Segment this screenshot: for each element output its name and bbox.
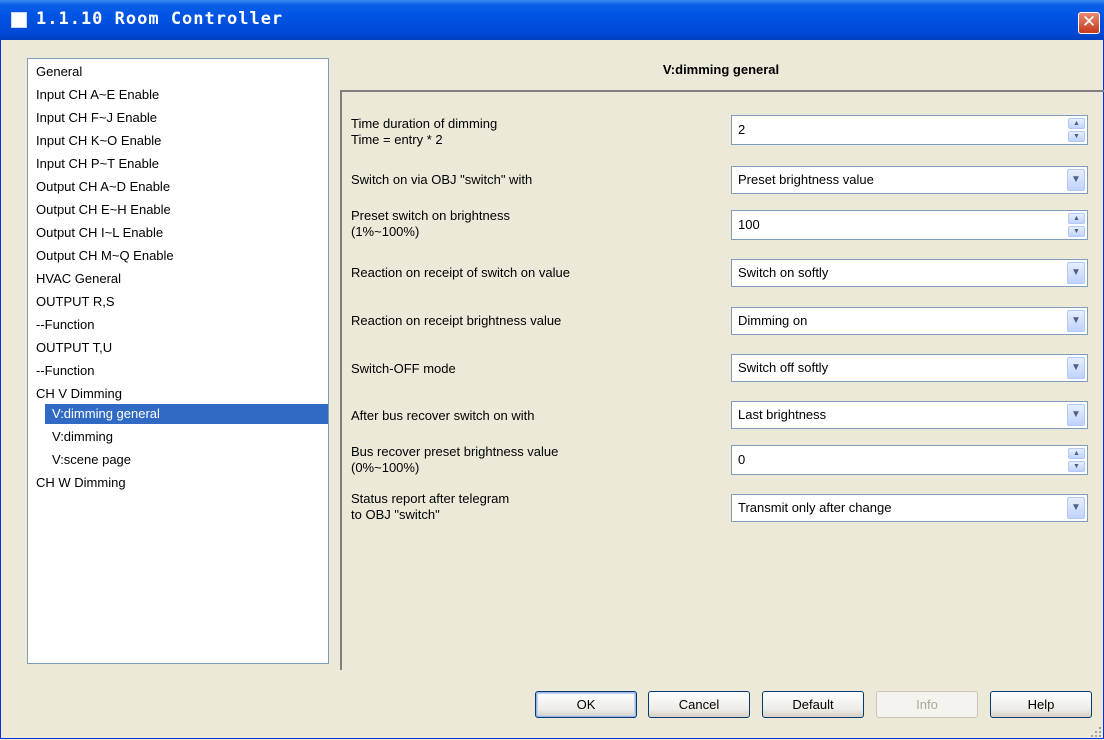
bus-recover-preset-spinbox[interactable]: 0 ▲ ▼ bbox=[731, 445, 1088, 475]
help-button[interactable]: Help bbox=[990, 691, 1092, 718]
chevron-down-icon[interactable]: ▼ bbox=[1067, 169, 1085, 191]
tree-item-v-dimming-general[interactable]: V:dimming general bbox=[45, 404, 328, 424]
preset-brightness-spinbox[interactable]: 100 ▲ ▼ bbox=[731, 210, 1088, 240]
panel-title: V:dimming general bbox=[662, 62, 780, 77]
param-label-reaction-brightness: Reaction on receipt brightness value bbox=[351, 313, 562, 328]
tree-item-output-ch-a-d[interactable]: Output CH A~D Enable bbox=[36, 177, 170, 197]
status-report-dropdown[interactable]: Transmit only after change ▼ bbox=[731, 494, 1088, 522]
tree-item-ch-v-dimming[interactable]: CH V Dimming bbox=[36, 384, 122, 404]
param-label-status-report: Status report after telegram to OBJ "swi… bbox=[351, 491, 510, 522]
parameter-tree[interactable]: General Input CH A~E Enable Input CH F~J… bbox=[27, 58, 329, 664]
switch-on-via-dropdown[interactable]: Preset brightness value ▼ bbox=[731, 166, 1088, 194]
ok-button[interactable]: OK bbox=[535, 691, 637, 718]
param-label-switch-off-mode: Switch-OFF mode bbox=[351, 361, 456, 376]
time-duration-value[interactable]: 2 bbox=[738, 116, 745, 144]
tree-item-function-2[interactable]: --Function bbox=[36, 361, 95, 381]
spin-down-icon[interactable]: ▼ bbox=[1068, 226, 1085, 237]
spin-down-icon[interactable]: ▼ bbox=[1068, 131, 1085, 142]
tree-item-input-ch-k-o[interactable]: Input CH K~O Enable bbox=[36, 131, 161, 151]
close-button[interactable]: ✕ bbox=[1078, 12, 1100, 34]
close-icon: ✕ bbox=[1081, 12, 1097, 32]
reaction-switch-on-dropdown[interactable]: Switch on softly ▼ bbox=[731, 259, 1088, 287]
chevron-down-icon[interactable]: ▼ bbox=[1067, 497, 1085, 519]
param-label-reaction-switch-on: Reaction on receipt of switch on value bbox=[351, 265, 570, 280]
tree-item-output-ch-m-q[interactable]: Output CH M~Q Enable bbox=[36, 246, 174, 266]
info-button: Info bbox=[876, 691, 978, 718]
reaction-brightness-dropdown[interactable]: Dimming on ▼ bbox=[731, 307, 1088, 335]
after-bus-recover-dropdown[interactable]: Last brightness ▼ bbox=[731, 401, 1088, 429]
tree-item-input-ch-f-j[interactable]: Input CH F~J Enable bbox=[36, 108, 157, 128]
preset-brightness-value[interactable]: 100 bbox=[738, 211, 760, 239]
switch-off-mode-dropdown[interactable]: Switch off softly ▼ bbox=[731, 354, 1088, 382]
window-title: 1.1.10 Room Controller bbox=[36, 9, 284, 29]
tree-item-input-ch-a-e[interactable]: Input CH A~E Enable bbox=[36, 85, 159, 105]
tree-item-function-1[interactable]: --Function bbox=[36, 315, 95, 335]
status-report-value: Transmit only after change bbox=[738, 500, 892, 515]
spin-up-icon[interactable]: ▲ bbox=[1068, 118, 1085, 129]
reaction-switch-on-value: Switch on softly bbox=[738, 265, 829, 280]
tree-item-output-r-s[interactable]: OUTPUT R,S bbox=[36, 292, 115, 312]
chevron-down-icon[interactable]: ▼ bbox=[1067, 310, 1085, 332]
chevron-down-icon[interactable]: ▼ bbox=[1067, 357, 1085, 379]
chevron-down-icon[interactable]: ▼ bbox=[1067, 404, 1085, 426]
switch-off-mode-value: Switch off softly bbox=[738, 360, 829, 375]
tree-item-input-ch-p-t[interactable]: Input CH P~T Enable bbox=[36, 154, 159, 174]
tree-item-hvac-general[interactable]: HVAC General bbox=[36, 269, 121, 289]
spin-up-icon[interactable]: ▲ bbox=[1068, 213, 1085, 224]
spin-up-icon[interactable]: ▲ bbox=[1068, 448, 1085, 459]
resize-grip-icon[interactable] bbox=[1091, 727, 1101, 737]
tree-item-output-ch-i-l[interactable]: Output CH I~L Enable bbox=[36, 223, 163, 243]
reaction-brightness-value: Dimming on bbox=[738, 313, 808, 328]
param-label-time-duration: Time duration of dimming Time = entry * … bbox=[351, 116, 498, 147]
param-label-after-bus-recover: After bus recover switch on with bbox=[351, 408, 535, 423]
switch-on-via-value: Preset brightness value bbox=[738, 172, 874, 187]
default-button[interactable]: Default bbox=[762, 691, 864, 718]
tree-item-general[interactable]: General bbox=[36, 62, 82, 82]
window-icon bbox=[11, 12, 27, 28]
tree-item-ch-w-dimming[interactable]: CH W Dimming bbox=[36, 473, 126, 493]
tree-item-v-dimming[interactable]: V:dimming bbox=[52, 427, 113, 447]
tree-item-output-ch-e-h[interactable]: Output CH E~H Enable bbox=[36, 200, 171, 220]
bus-recover-preset-value[interactable]: 0 bbox=[738, 446, 745, 474]
cancel-button[interactable]: Cancel bbox=[648, 691, 750, 718]
spin-down-icon[interactable]: ▼ bbox=[1068, 461, 1085, 472]
after-bus-recover-value: Last brightness bbox=[738, 407, 827, 422]
param-label-switch-on-via: Switch on via OBJ "switch" with bbox=[351, 172, 533, 187]
title-bar[interactable]: 1.1.10 Room Controller ✕ bbox=[0, 0, 1104, 40]
chevron-down-icon[interactable]: ▼ bbox=[1067, 262, 1085, 284]
tree-item-v-scene-page[interactable]: V:scene page bbox=[52, 450, 131, 470]
tree-item-output-t-u[interactable]: OUTPUT T,U bbox=[36, 338, 112, 358]
time-duration-spinbox[interactable]: 2 ▲ ▼ bbox=[731, 115, 1088, 145]
param-label-bus-recover-preset: Bus recover preset brightness value (0%~… bbox=[351, 444, 559, 475]
param-label-preset-brightness: Preset switch on brightness (1%~100%) bbox=[351, 208, 510, 239]
